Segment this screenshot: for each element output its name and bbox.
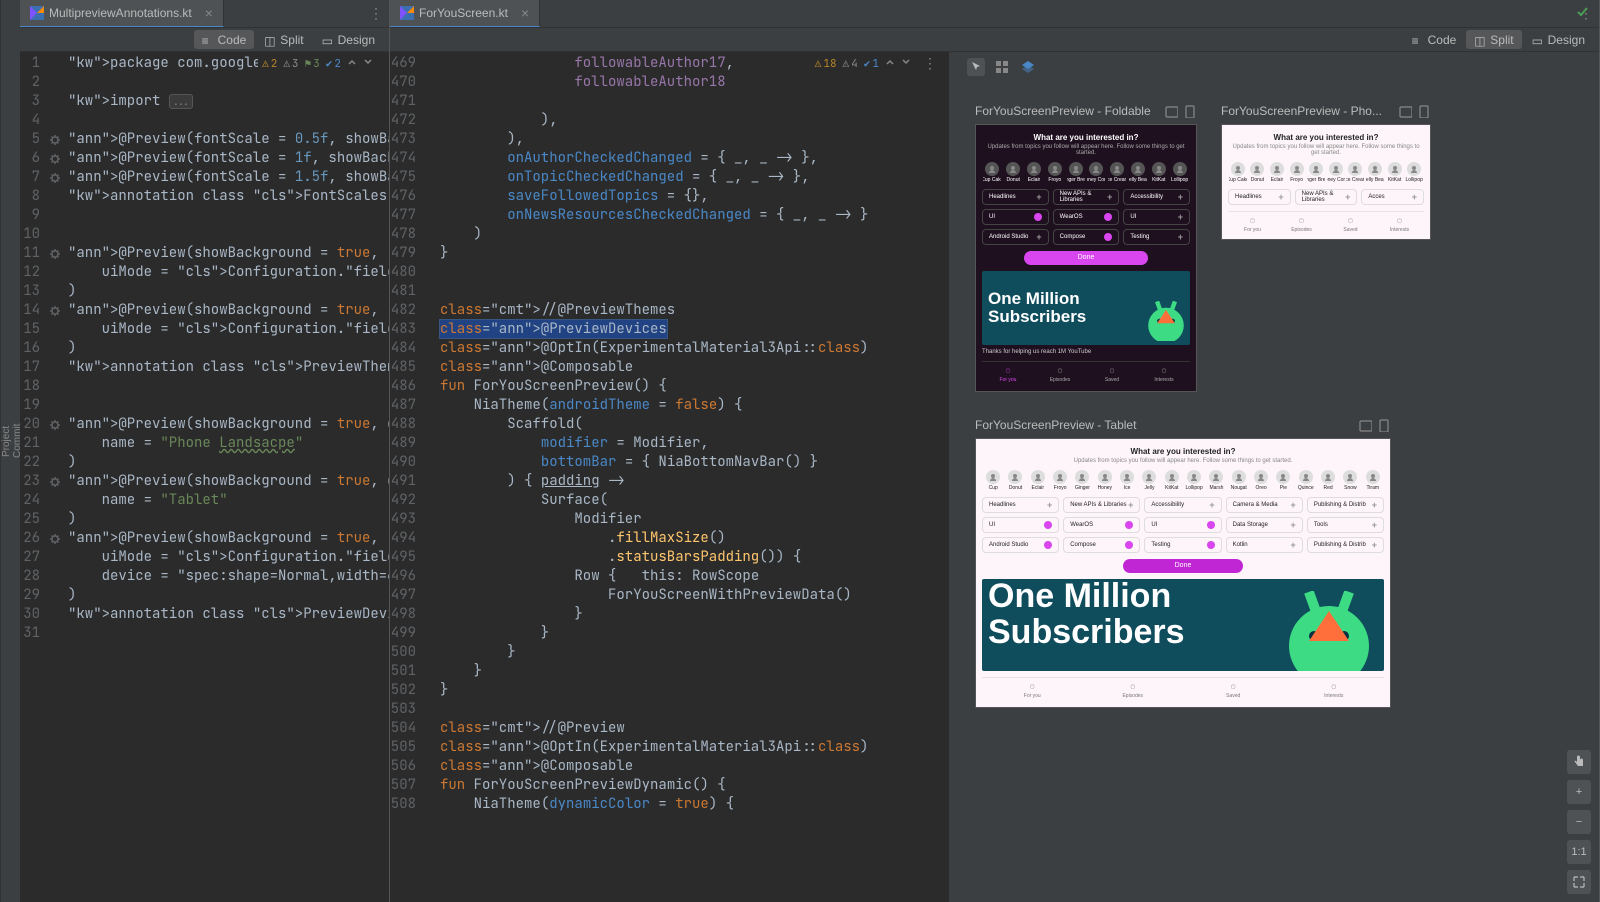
tab-multipreview[interactable]: MultipreviewAnnotations.kt × [20,0,224,27]
view-design-button[interactable]: ▭Design [314,30,383,49]
tab-label: MultipreviewAnnotations.kt [49,6,192,20]
android-icon [1284,591,1374,671]
preview-toolbar[interactable] [959,52,1045,82]
nav-up-icon[interactable] [885,55,895,74]
tool-project[interactable]: Project [1,425,12,456]
android-icon [1146,301,1186,341]
zoom-in-icon[interactable]: + [1567,780,1591,804]
nav-down-icon[interactable] [901,55,911,74]
tab-foryou[interactable]: ForYouScreen.kt × [390,0,540,27]
left-tool-strip[interactable]: Project Commit Resource Manager Structur… [0,0,20,902]
preview-title-foldable: ForYouScreenPreview - Foldable [975,104,1151,118]
preview-title-tablet: ForYouScreenPreview - Tablet [975,418,1136,432]
view-code-button[interactable]: ≡Code [194,30,255,49]
tablet-icon[interactable] [1165,105,1178,118]
pan-icon[interactable] [1567,750,1591,774]
phone-icon[interactable] [1184,105,1197,118]
preview-panel: ForYouScreenPreview - Foldable What are … [959,52,1599,902]
kotlin-icon [30,6,44,20]
preview-zoom-toolbar[interactable]: + − 1:1 [1567,750,1591,894]
inspection-bar[interactable]: ⚠2 ⚠3 ⚑3 ✔2 [258,54,377,75]
view-design-button[interactable]: ▭Design [1524,30,1593,49]
done-button: Done [1123,559,1244,573]
preview-foldable[interactable]: What are you interested in? Updates from… [975,124,1197,392]
inspection-menu-icon[interactable]: ⋮ [917,55,943,74]
grid-icon[interactable] [993,58,1011,76]
preview-tablet[interactable]: What are you interested in? Updates from… [975,438,1391,708]
tablet-icon[interactable] [1359,419,1372,432]
phone-icon[interactable] [1418,105,1431,118]
zoom-out-icon[interactable]: − [1567,810,1591,834]
view-code-button[interactable]: ≡Code [1404,30,1465,49]
code-editor-right[interactable]: 4694704714724734744754764774784794804814… [390,52,959,902]
close-icon[interactable]: × [521,6,529,20]
phone-icon[interactable] [1378,419,1391,432]
preview-phone[interactable]: What are you interested in? Updates from… [1221,124,1431,240]
kotlin-icon [400,6,414,20]
close-icon[interactable]: × [205,6,213,20]
view-split-button[interactable]: ◫Split [256,30,311,49]
check-icon [1576,6,1590,23]
nav-up-icon[interactable] [347,55,357,74]
tablet-icon[interactable] [1399,105,1412,118]
zoom-fit-button[interactable]: 1:1 [1567,840,1591,864]
code-editor-left[interactable]: 1234567891011121314151617181920212223242… [20,52,389,902]
layers-icon[interactable] [1019,58,1037,76]
tab-label: ForYouScreen.kt [419,6,508,20]
expand-icon[interactable] [1567,870,1591,894]
hero-card: One MillionSubscribers [982,579,1384,671]
view-split-button[interactable]: ◫Split [1466,30,1521,49]
done-button: Done [1024,251,1149,265]
nav-down-icon[interactable] [363,55,373,74]
pointer-icon[interactable] [967,58,985,76]
hero-card: One MillionSubscribers [982,271,1190,345]
tab-menu-icon[interactable]: ⋮ [363,5,389,22]
preview-title-phone: ForYouScreenPreview - Pho... [1221,104,1382,118]
